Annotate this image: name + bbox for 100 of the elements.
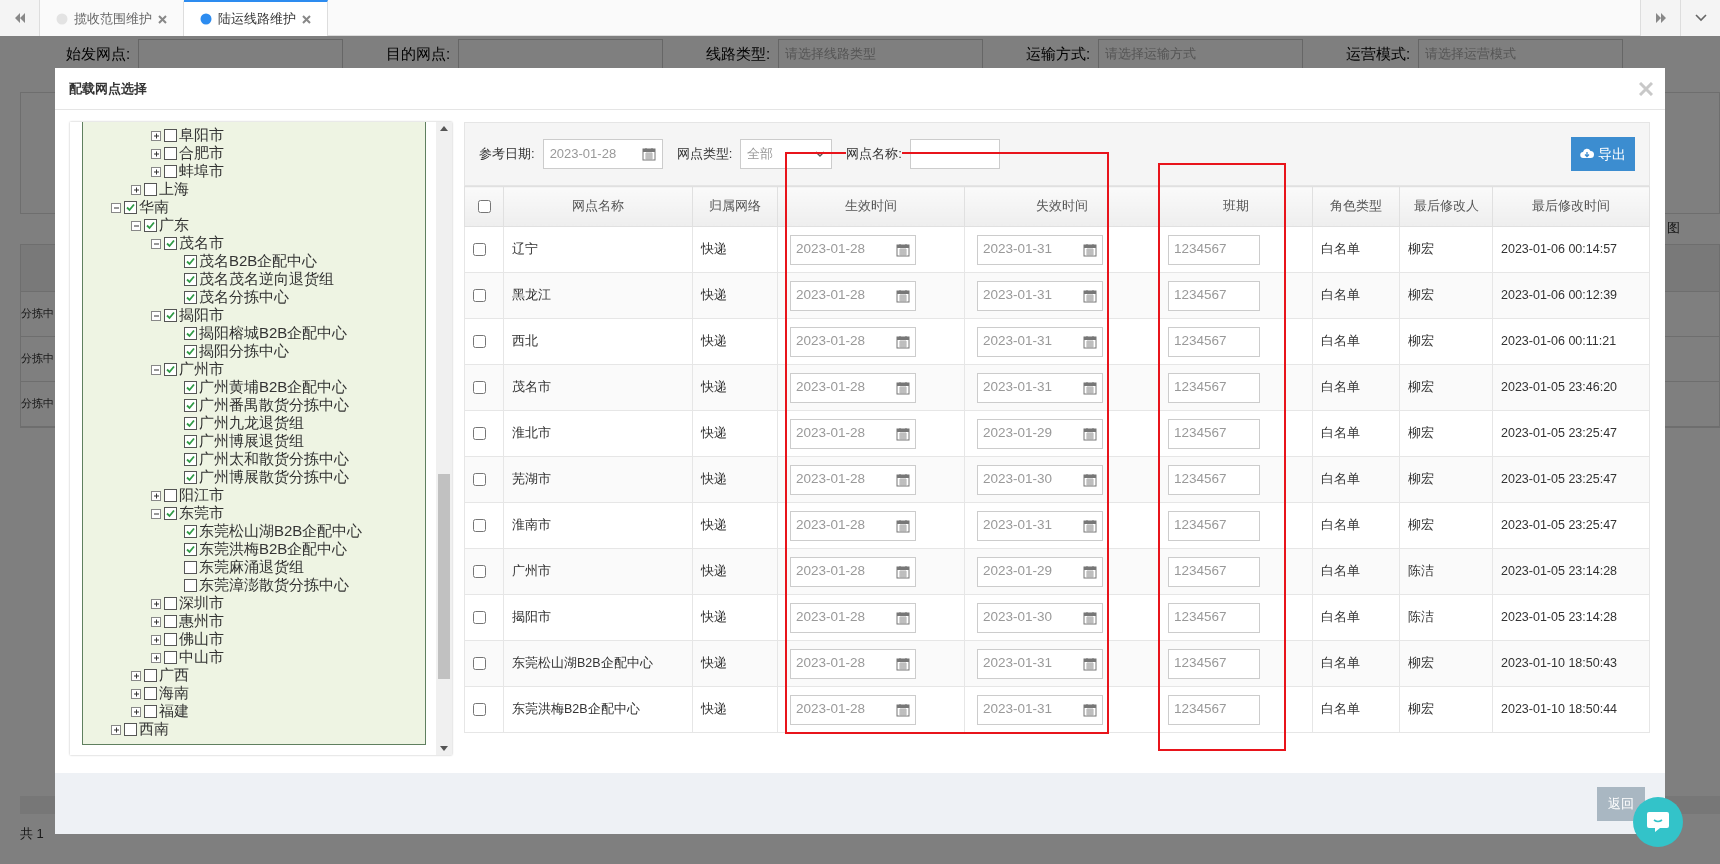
collapse-icon[interactable] bbox=[151, 363, 162, 375]
chevron-down-icon[interactable] bbox=[1694, 14, 1707, 22]
calendar-icon[interactable] bbox=[896, 564, 910, 579]
date-field[interactable]: 2023-01-30 bbox=[977, 464, 1103, 495]
checkbox[interactable] bbox=[164, 308, 177, 322]
collapse-icon[interactable] bbox=[131, 219, 142, 231]
date-field[interactable]: 2023-01-31 bbox=[977, 694, 1103, 725]
checkbox[interactable] bbox=[164, 128, 177, 142]
scrollbar[interactable] bbox=[436, 122, 452, 755]
checkbox[interactable] bbox=[473, 473, 486, 487]
checkbox[interactable] bbox=[184, 272, 197, 286]
checkbox[interactable] bbox=[184, 290, 197, 304]
calendar-icon[interactable] bbox=[1083, 472, 1097, 487]
up-arrow-icon[interactable] bbox=[440, 126, 448, 131]
checkbox[interactable] bbox=[473, 565, 486, 579]
checkbox[interactable] bbox=[144, 182, 157, 196]
expand-icon[interactable] bbox=[151, 489, 162, 501]
double-right-arrow-icon[interactable] bbox=[1654, 13, 1667, 23]
checkbox[interactable] bbox=[164, 614, 177, 628]
calendar-icon[interactable] bbox=[1083, 380, 1097, 395]
date-field[interactable]: 2023-01-28 bbox=[790, 648, 916, 679]
checkbox[interactable] bbox=[124, 200, 137, 214]
date-field[interactable]: 2023-01-28 bbox=[790, 280, 916, 311]
checkbox[interactable] bbox=[164, 488, 177, 502]
checkbox[interactable] bbox=[473, 657, 486, 671]
checkbox[interactable] bbox=[184, 434, 197, 448]
date-field[interactable]: 2023-01-28 bbox=[790, 602, 916, 633]
checkbox[interactable] bbox=[184, 380, 197, 394]
checkbox[interactable] bbox=[184, 416, 197, 430]
input-field[interactable]: 1234567 bbox=[1168, 418, 1260, 449]
checkbox[interactable] bbox=[184, 326, 197, 340]
close-icon[interactable] bbox=[158, 14, 167, 24]
checkbox[interactable] bbox=[473, 611, 486, 625]
expand-icon[interactable] bbox=[131, 183, 142, 195]
close-icon[interactable] bbox=[302, 14, 311, 24]
checkbox[interactable] bbox=[144, 704, 157, 718]
expand-icon[interactable] bbox=[131, 669, 142, 681]
expand-icon[interactable] bbox=[151, 651, 162, 663]
expand-icon[interactable] bbox=[131, 705, 142, 717]
tree-item[interactable]: 上海 bbox=[159, 177, 189, 201]
input-field[interactable]: 1234567 bbox=[1168, 694, 1260, 725]
input-field[interactable]: 1234567 bbox=[1168, 602, 1260, 633]
date-field[interactable]: 2023-01-31 bbox=[977, 234, 1103, 265]
calendar-icon[interactable] bbox=[1083, 702, 1097, 717]
checkbox[interactable] bbox=[473, 335, 486, 349]
calendar-icon[interactable] bbox=[1083, 426, 1097, 441]
input-field[interactable]: 1234567 bbox=[1168, 556, 1260, 587]
calendar-icon[interactable] bbox=[896, 518, 910, 533]
checkbox[interactable] bbox=[164, 632, 177, 646]
checkbox[interactable] bbox=[164, 236, 177, 250]
checkbox[interactable] bbox=[473, 243, 486, 257]
collapse-icon[interactable] bbox=[151, 237, 162, 249]
tree-item[interactable]: 揭阳市 bbox=[179, 303, 224, 327]
date-field[interactable]: 2023-01-31 bbox=[977, 648, 1103, 679]
checkbox[interactable] bbox=[473, 289, 486, 303]
tab[interactable]: 陆运线路维护 bbox=[184, 0, 328, 36]
checkbox[interactable] bbox=[473, 427, 486, 441]
date-field[interactable]: 2023-01-28 bbox=[790, 326, 916, 357]
tab[interactable]: 揽收范围维护 bbox=[40, 0, 184, 36]
expand-icon[interactable] bbox=[151, 129, 162, 141]
checkbox[interactable] bbox=[164, 596, 177, 610]
double-left-arrow-icon[interactable] bbox=[13, 13, 26, 23]
date-field[interactable]: 2023-01-28 bbox=[790, 510, 916, 541]
calendar-icon[interactable] bbox=[896, 334, 910, 349]
calendar-icon[interactable] bbox=[896, 242, 910, 257]
checkbox[interactable] bbox=[124, 722, 137, 736]
checkbox[interactable] bbox=[184, 254, 197, 268]
checkbox[interactable] bbox=[184, 344, 197, 358]
calendar-icon[interactable] bbox=[1083, 610, 1097, 625]
calendar-icon[interactable] bbox=[1083, 288, 1097, 303]
checkbox[interactable] bbox=[184, 398, 197, 412]
checkbox[interactable] bbox=[184, 578, 197, 592]
calendar-icon[interactable] bbox=[1083, 334, 1097, 349]
date-field[interactable]: 2023-01-29 bbox=[977, 556, 1103, 587]
date-field[interactable]: 2023-01-28 bbox=[790, 372, 916, 403]
date-field[interactable]: 2023-01-31 bbox=[977, 372, 1103, 403]
input-field[interactable] bbox=[138, 39, 344, 69]
scrollbar-thumb[interactable] bbox=[438, 474, 450, 679]
expand-icon[interactable] bbox=[151, 615, 162, 627]
scroll-left-button[interactable] bbox=[0, 0, 40, 36]
select-field[interactable]: 全部 bbox=[740, 139, 833, 169]
calendar-icon[interactable] bbox=[896, 472, 910, 487]
checkbox[interactable] bbox=[184, 542, 197, 556]
input-field[interactable]: 1234567 bbox=[1168, 234, 1260, 265]
date-field[interactable]: 2023-01-28 bbox=[790, 556, 916, 587]
checkbox[interactable] bbox=[184, 560, 197, 574]
checkbox[interactable] bbox=[144, 668, 157, 682]
scroll-right-button[interactable] bbox=[1640, 0, 1680, 36]
calendar-icon[interactable] bbox=[1083, 242, 1097, 257]
expand-icon[interactable] bbox=[131, 687, 142, 699]
calendar-icon[interactable] bbox=[896, 380, 910, 395]
input-field[interactable]: 1234567 bbox=[1168, 326, 1260, 357]
date-field[interactable]: 2023-01-28 bbox=[790, 464, 916, 495]
date-field[interactable]: 2023-01-28 bbox=[542, 139, 663, 169]
checkbox[interactable] bbox=[164, 650, 177, 664]
calendar-icon[interactable] bbox=[896, 702, 910, 717]
checkbox[interactable] bbox=[164, 506, 177, 520]
calendar-icon[interactable] bbox=[896, 656, 910, 671]
checkbox[interactable] bbox=[184, 452, 197, 466]
checkbox[interactable] bbox=[164, 164, 177, 178]
